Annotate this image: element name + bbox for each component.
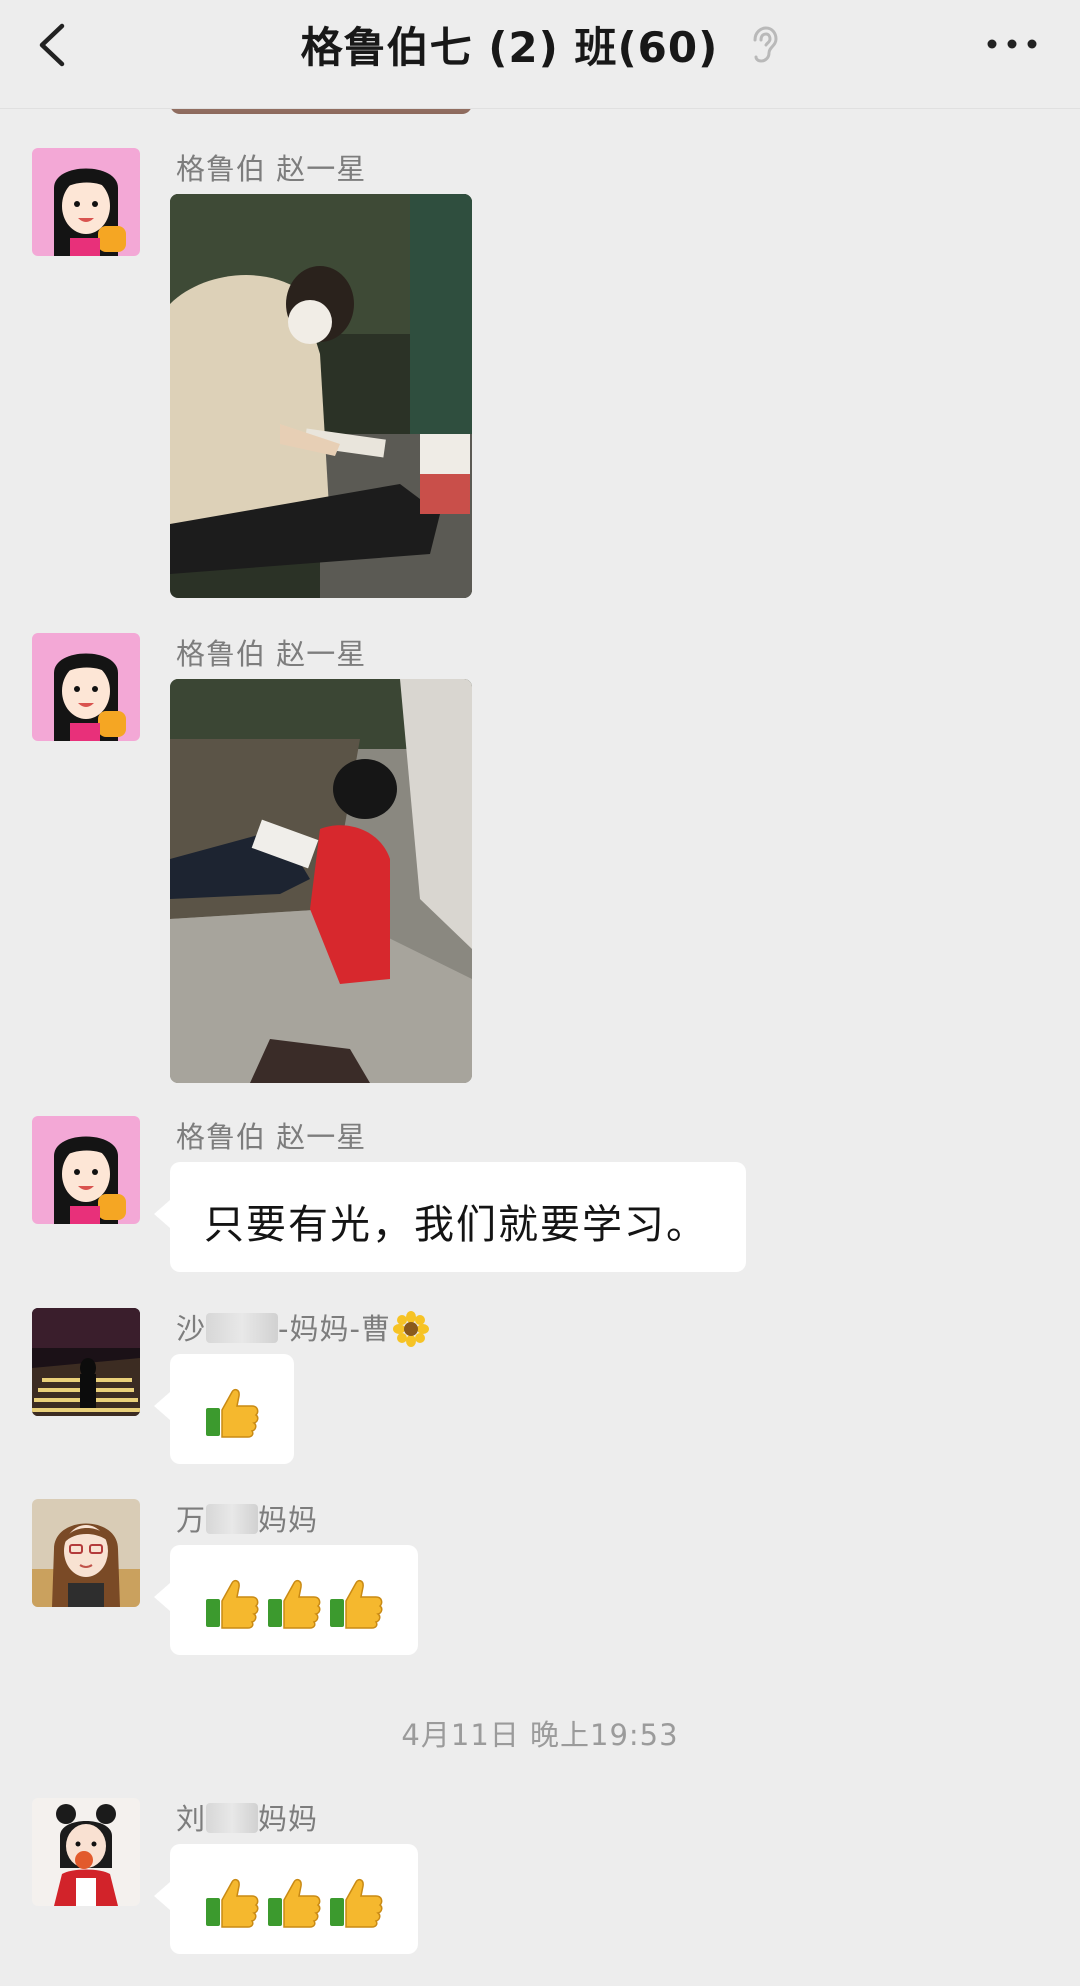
sender-name: 格鲁伯 赵一星: [176, 637, 367, 671]
sender-name-prefix: 沙: [176, 1312, 207, 1346]
title-bar: 格鲁伯七 (2) 班(60): [0, 14, 1080, 74]
thumbs-up-icon: [206, 1878, 259, 1928]
sender-name: 刘 妈妈: [176, 1796, 318, 1838]
avatar[interactable]: [32, 1308, 140, 1416]
avatar[interactable]: [32, 1798, 140, 1906]
avatar[interactable]: [32, 1116, 140, 1224]
thumbs-up-icon: [206, 1388, 259, 1438]
message-bubble[interactable]: [154, 1844, 418, 1954]
chat-timestamp: 4月11日 晚上19:53: [401, 1718, 679, 1752]
more-dots-icon[interactable]: [984, 32, 1040, 56]
emoji-row: [204, 1874, 390, 1930]
sender-name-suffix: 妈妈: [258, 1802, 319, 1836]
thumbs-up-icon: [268, 1878, 321, 1928]
thumbs-up-icon: [330, 1878, 383, 1928]
message-text: 只要有光，我们就要学习。: [204, 1202, 708, 1248]
message-bubble[interactable]: [154, 1354, 294, 1464]
sender-name: 万 妈妈: [176, 1497, 318, 1539]
sender-name: 格鲁伯 赵一星: [176, 152, 367, 186]
sender-name-prefix: 刘: [176, 1802, 207, 1836]
avatar[interactable]: [32, 633, 140, 741]
avatar[interactable]: [32, 148, 140, 256]
chat-header: 格鲁伯七 (2) 班(60): [0, 0, 1080, 109]
message-bubble[interactable]: 只要有光，我们就要学习。: [154, 1162, 746, 1272]
sunflower-icon: [392, 1311, 429, 1347]
redacted-name: [206, 1803, 259, 1833]
emoji-row: [204, 1575, 390, 1631]
group-title: 格鲁伯七 (2) 班(60): [300, 23, 719, 72]
sender-name: 沙 -妈妈-曹: [176, 1306, 429, 1348]
message-bubble[interactable]: [154, 1545, 418, 1655]
sender-name: 格鲁伯 赵一星: [176, 1120, 367, 1154]
thumbs-up-icon: [330, 1579, 383, 1629]
sender-name-suffix: 妈妈: [258, 1503, 319, 1537]
chat-photo[interactable]: [170, 679, 472, 1083]
thumbs-up-icon: [268, 1579, 321, 1629]
sender-name-prefix: 万: [176, 1503, 207, 1537]
emoji-row: [204, 1384, 266, 1440]
chat-photo[interactable]: [170, 194, 472, 598]
redacted-name: [206, 1504, 259, 1534]
thumbs-up-icon: [206, 1579, 259, 1629]
redacted-name: [206, 1313, 279, 1343]
sender-name-suffix: -妈妈-曹: [278, 1312, 391, 1346]
avatar[interactable]: [32, 1499, 140, 1607]
ear-icon[interactable]: [749, 25, 779, 64]
